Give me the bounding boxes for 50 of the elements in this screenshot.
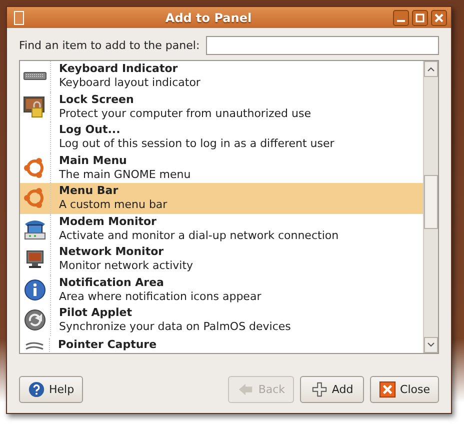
back-arrow-icon — [237, 381, 254, 398]
scrollbar[interactable] — [423, 61, 438, 353]
help-button[interactable]: Help — [19, 376, 84, 403]
item-description: The main GNOME menu — [59, 168, 191, 182]
item-description: Keyboard layout indicator — [59, 76, 200, 90]
window-title: Add to Panel — [164, 10, 253, 24]
close-icon — [379, 381, 396, 398]
item-description: Activate and monitor a dial-up network connection — [59, 228, 339, 243]
window-menu-icon[interactable] — [14, 10, 24, 24]
sync-icon — [23, 308, 47, 332]
list-item[interactable]: Lock Screen Protect your computer from unauthorized use — [20, 92, 423, 122]
item-title: Main Menu — [59, 154, 128, 168]
plus-icon — [310, 381, 328, 398]
close-icon[interactable] — [431, 10, 447, 26]
item-title: Log Out... — [59, 123, 122, 138]
item-description: Protect your computer from unauthorized use — [59, 106, 312, 121]
item-description: Monitor network activity — [59, 259, 194, 274]
scroll-down-icon[interactable] — [424, 337, 438, 353]
item-title: Pilot Applet — [59, 306, 133, 320]
list-item[interactable]: Network Monitor Monitor network activity — [20, 244, 423, 274]
lock-screen-icon — [23, 94, 47, 119]
item-title: Network Monitor — [59, 245, 165, 260]
item-title: Menu Bar — [59, 184, 120, 198]
add-button[interactable]: Add — [300, 376, 364, 403]
list-item[interactable]: Keyboard Indicator Keyboard layout indicator — [20, 61, 423, 92]
item-description: A custom menu bar — [59, 198, 168, 212]
item-title: Lock Screen — [59, 92, 135, 107]
list-item[interactable]: Pilot Applet Synchronize your data on PalmOS devices — [20, 305, 423, 336]
list-item[interactable]: Modem Monitor Activate and monitor a dial-up network connection — [20, 214, 423, 244]
item-title: Keyboard Indicator — [59, 62, 179, 76]
list-item[interactable]: Pointer Capture — [20, 336, 423, 353]
scroll-thumb[interactable] — [424, 175, 438, 229]
list-item[interactable]: Log Out... Log out of this session to log in as a different user — [20, 122, 423, 152]
list-item[interactable]: Menu Bar A custom menu bar — [20, 183, 423, 214]
item-title: Pointer Capture — [58, 338, 157, 352]
keyboard-icon — [23, 72, 47, 80]
info-icon — [23, 278, 47, 302]
close-button[interactable]: Close — [370, 376, 439, 403]
help-icon — [28, 381, 45, 398]
item-description: Area where notification icons appear — [59, 290, 262, 304]
minimize-icon[interactable] — [393, 10, 409, 26]
list-item[interactable]: Notification Area Area where notification icons appear — [20, 274, 423, 305]
search-field[interactable] — [206, 36, 439, 55]
item-title: Notification Area — [59, 276, 165, 290]
item-description: Synchronize your data on PalmOS devices — [59, 320, 291, 334]
item-description: Log out of this session to log in as a different user — [59, 137, 334, 152]
scroll-up-icon[interactable] — [424, 61, 438, 77]
item-title: Modem Monitor — [59, 214, 158, 229]
maximize-icon[interactable] — [412, 10, 428, 26]
search-label: Find an item to add to the panel: — [19, 39, 200, 52]
